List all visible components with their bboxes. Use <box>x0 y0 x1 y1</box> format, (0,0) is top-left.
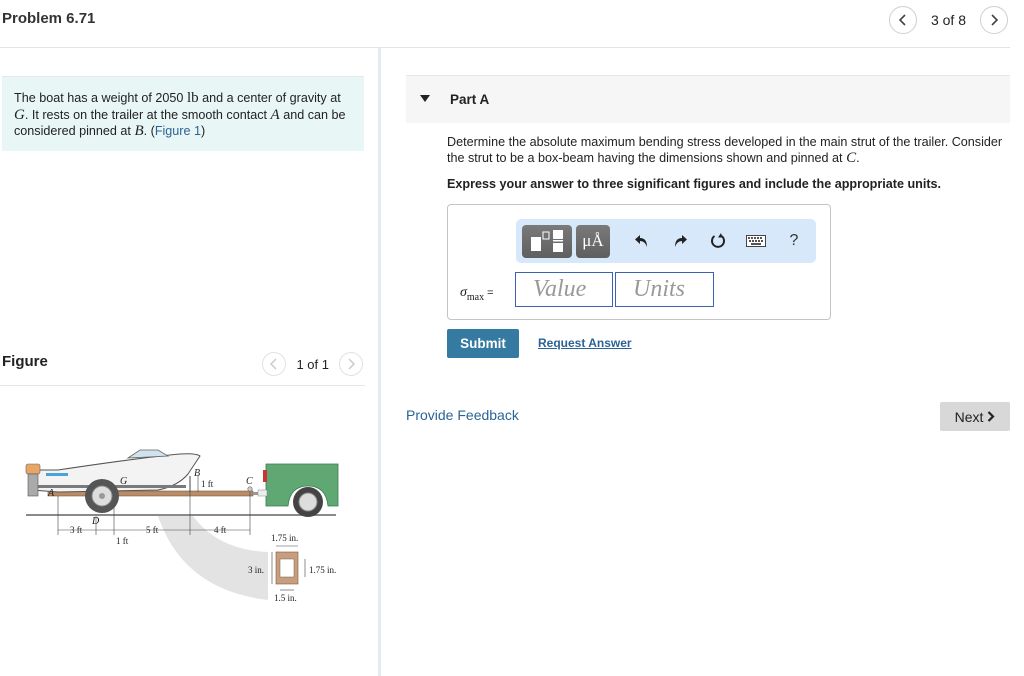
answer-instruction: Express your answer to three significant… <box>447 177 942 191</box>
sigma-symbol: σ <box>460 285 467 300</box>
sigma-subscript: max <box>466 291 485 303</box>
units-input[interactable]: Units <box>615 272 714 307</box>
redo-button[interactable] <box>666 227 694 255</box>
next-label: Next <box>954 408 984 425</box>
var-g: G <box>14 106 25 123</box>
keyboard-icon <box>746 235 766 247</box>
problem-pager-text: 3 of 8 <box>930 12 966 28</box>
figure-pager: 1 of 1 <box>262 352 363 376</box>
part-title: Part A <box>450 92 490 107</box>
truck-taillight <box>263 470 267 482</box>
next-button[interactable]: Next <box>940 402 1010 431</box>
section-height-dim: 3 in. <box>248 565 264 575</box>
keyboard-button[interactable] <box>742 227 770 255</box>
dim-5ft: 5 ft <box>146 525 159 535</box>
dim-1ft-b: 1 ft <box>201 479 214 489</box>
chevron-right-icon <box>348 358 355 370</box>
question-body: . <box>856 151 860 165</box>
section-bottom-dim: 1.5 in. <box>274 593 297 603</box>
motor-leg <box>27 473 39 497</box>
section-top-dim: 1.75 in. <box>271 533 298 543</box>
label-g: G <box>120 476 127 487</box>
previous-figure-button[interactable] <box>262 352 287 376</box>
problem-title: Problem 6.71 <box>2 10 96 27</box>
chevron-right-icon <box>991 14 999 26</box>
section-callout-shadow <box>158 516 268 600</box>
var-a: A <box>270 106 280 123</box>
answer-variable-label: σmax = <box>460 285 494 303</box>
statement-text: and a center of gravity at <box>198 91 341 105</box>
problem-statement: The boat has a weight of 2050 lb and a c… <box>2 76 364 151</box>
section-inner-dim: 1.75 in. <box>309 565 336 575</box>
request-answer-link[interactable]: Request Answer <box>538 336 632 350</box>
chevron-left-icon <box>270 358 277 370</box>
ground-line <box>26 514 336 516</box>
label-b: B <box>194 468 200 479</box>
submit-button[interactable]: Submit <box>447 329 519 358</box>
units-button[interactable]: μÅ <box>576 224 610 258</box>
help-button[interactable]: ? <box>780 227 808 255</box>
equals-sign: = <box>487 287 494 299</box>
statement-text: The boat has a weight of 2050 <box>14 91 187 105</box>
chevron-right-icon <box>988 411 995 422</box>
previous-problem-button[interactable] <box>888 6 917 34</box>
collapse-caret-icon[interactable] <box>420 95 430 102</box>
provide-feedback-link[interactable]: Provide Feedback <box>406 407 519 423</box>
outboard-motor <box>25 463 41 475</box>
var-c: C <box>846 150 857 166</box>
box-beam-hollow <box>279 558 295 578</box>
undo-button[interactable] <box>628 227 656 255</box>
redo-icon <box>675 235 687 247</box>
math-toolbar: μÅ ? <box>516 219 816 263</box>
statement-text: . It rests on the trailer at the smooth … <box>24 107 271 122</box>
figure-header: Figure 1 of 1 <box>0 348 365 386</box>
reset-button[interactable] <box>704 227 732 255</box>
question-text: Determine the absolute maximum bending s… <box>447 134 1007 166</box>
problem-pager: 3 of 8 <box>888 6 1008 34</box>
undo-icon <box>635 235 647 247</box>
dim-4ft: 4 ft <box>214 525 227 535</box>
pin-c <box>247 486 253 492</box>
top-bar: Problem 6.71 3 of 8 <box>0 0 1010 48</box>
label-d: D <box>91 516 100 527</box>
var-b: B <box>134 123 144 139</box>
answer-box: μÅ ? σmax = Value Units <box>447 204 831 320</box>
truck-bumper <box>257 489 268 497</box>
dim-1ft-lower: 1 ft <box>116 536 129 546</box>
label-c: C <box>246 476 253 487</box>
reset-icon <box>711 233 725 248</box>
templates-button[interactable] <box>522 224 572 258</box>
truck-wheel-hub <box>298 492 318 512</box>
part-a-header[interactable]: Part A <box>406 75 1010 123</box>
panel-divider <box>378 48 381 676</box>
templates-icon <box>531 230 563 252</box>
next-problem-button[interactable] <box>980 6 1008 34</box>
dim-3ft: 3 ft <box>70 525 83 535</box>
label-a: A <box>47 488 55 499</box>
value-input[interactable]: Value <box>515 272 613 307</box>
question-body: Determine the absolute maximum bending s… <box>447 135 1003 165</box>
boat-logo <box>46 473 68 476</box>
chevron-left-icon <box>898 14 906 26</box>
next-figure-button[interactable] <box>339 352 363 376</box>
boat-trailer-figure[interactable]: A B C D G 3 ft 1 ft 5 ft 4 ft 1 ft 1.75 … <box>18 440 358 620</box>
unit-lb: lb <box>186 90 199 106</box>
statement-text: . ( <box>143 124 155 138</box>
trailer-wheel-center <box>99 493 105 499</box>
statement-text: ) <box>201 124 206 138</box>
figure-title: Figure <box>2 353 48 370</box>
figure-link[interactable]: Figure 1 <box>155 124 201 138</box>
figure-pager-text: 1 of 1 <box>296 356 329 372</box>
